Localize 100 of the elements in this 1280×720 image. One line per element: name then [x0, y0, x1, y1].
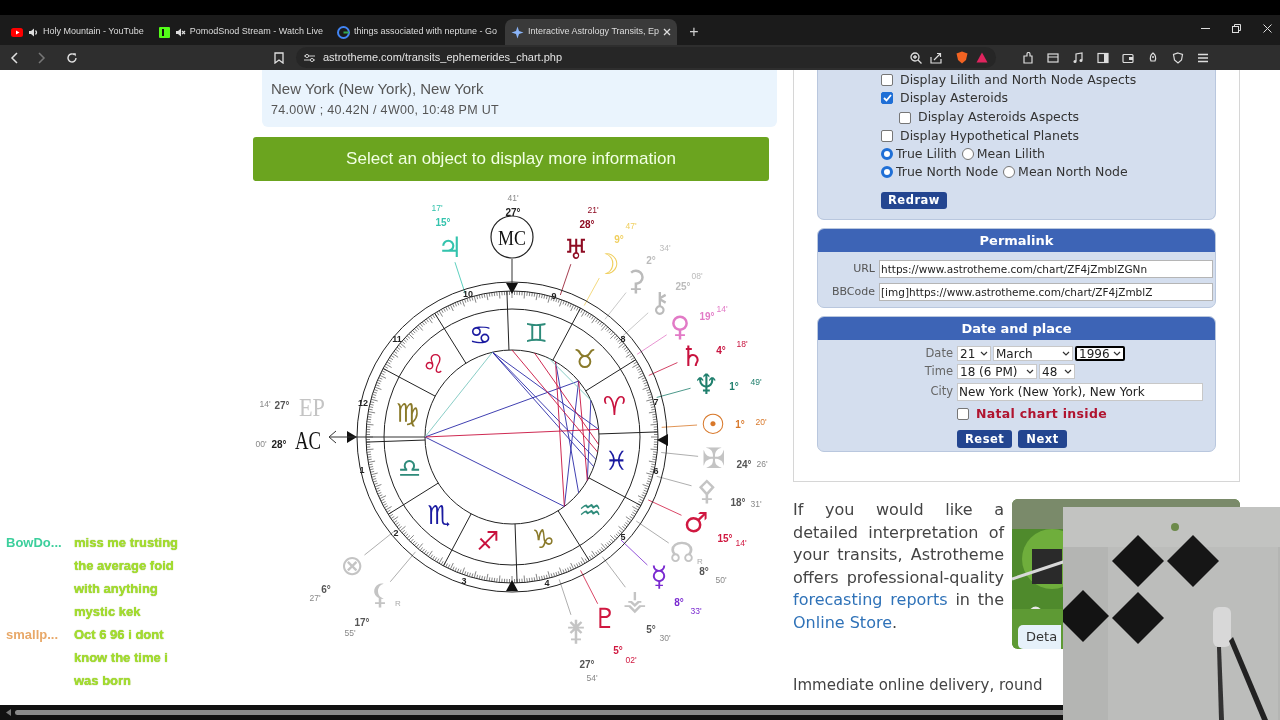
- house-number: 8: [620, 334, 626, 344]
- address-bar[interactable]: astrotheme.com/transits_ephemerides_chart.php: [296, 47, 996, 68]
- checkbox[interactable]: [881, 92, 893, 104]
- degree-label: 28°: [271, 438, 287, 450]
- zodiac-sign-glyph[interactable]: ♐: [476, 526, 500, 557]
- star-icon: [511, 25, 525, 39]
- speaker-icon[interactable]: [28, 26, 39, 38]
- house-number: 3: [461, 576, 467, 586]
- sidebar-icon[interactable]: [1097, 51, 1109, 64]
- dropdown[interactable]: 1996: [1075, 346, 1125, 362]
- minute-label: 49': [750, 377, 762, 387]
- triangle-icon[interactable]: [976, 52, 988, 63]
- house-number: 11: [392, 334, 402, 344]
- info-banner-button[interactable]: Select an object to display more information: [253, 137, 769, 181]
- degree-label: 18°: [730, 496, 746, 508]
- house-number: 1: [359, 465, 365, 475]
- music-note-icon[interactable]: [1072, 51, 1084, 64]
- scroll-left-icon[interactable]: [6, 709, 11, 716]
- browser-tab[interactable]: things associated with neptune - Go: [330, 19, 504, 45]
- form-button[interactable]: Reset: [957, 430, 1013, 449]
- degree-label: 25°: [675, 280, 691, 292]
- details-button[interactable]: Deta: [1018, 625, 1062, 649]
- window-icon[interactable]: [1047, 51, 1059, 64]
- text-field[interactable]: [img]https://www.astrotheme.com/chart/ZF4jZmblZ: [879, 283, 1213, 301]
- browser-tab[interactable]: Holy Mountain - YouTube: [5, 19, 150, 45]
- dropdown[interactable]: March: [993, 346, 1073, 362]
- zodiac-sign-glyph[interactable]: ♎: [398, 453, 422, 484]
- minute-label: 26': [756, 459, 768, 469]
- zoom-icon[interactable]: [910, 51, 922, 64]
- checkbox[interactable]: [957, 407, 969, 420]
- minute-label: 20': [755, 417, 767, 427]
- forward-icon[interactable]: [38, 51, 46, 64]
- browser-tab[interactable]: Interactive Astrology Transits, Ep: [505, 19, 678, 45]
- zodiac-sign-glyph[interactable]: ♊: [524, 317, 548, 348]
- zodiac-sign-glyph[interactable]: ♉: [573, 343, 597, 374]
- checkbox[interactable]: [881, 74, 893, 86]
- new-tab-button[interactable]: +: [689, 24, 699, 40]
- scrollbar-thumb[interactable]: [15, 710, 1065, 715]
- radio-button[interactable]: [1003, 166, 1016, 178]
- house-number: 4: [544, 578, 550, 588]
- menu-icon[interactable]: [1197, 51, 1209, 64]
- dropdown[interactable]: 48: [1039, 364, 1075, 380]
- reload-icon[interactable]: [66, 51, 78, 64]
- bookmark-icon[interactable]: [274, 51, 284, 64]
- muted-speaker-icon[interactable]: [174, 26, 186, 38]
- promo-text: If you would like a detailed interpretation of your transits, Astrotheme offers professional-quality forecasting reports in the Online Store.: [793, 499, 1005, 634]
- radio-button[interactable]: [881, 166, 893, 178]
- restore-icon[interactable]: [1232, 24, 1241, 33]
- text-field[interactable]: https://www.astrotheme.com/chart/ZF4jZmblZGNn: [879, 260, 1213, 278]
- site-settings-icon[interactable]: [304, 52, 315, 63]
- zodiac-sign-glyph[interactable]: ♏: [427, 500, 451, 531]
- puzzle-icon[interactable]: [1022, 51, 1034, 64]
- checkbox[interactable]: [881, 130, 893, 142]
- minute-label: 14': [259, 399, 271, 409]
- planet-glyph[interactable]: ☉: [700, 407, 726, 441]
- angle-label[interactable]: AC: [295, 426, 330, 454]
- zodiac-sign-glyph[interactable]: ♈: [602, 390, 626, 421]
- close-icon[interactable]: [663, 28, 672, 36]
- checkbox[interactable]: [899, 111, 911, 124]
- zodiac-sign-glyph[interactable]: ♍: [396, 397, 420, 428]
- chat-message: miss me trusting the average foid with anything mystic kek: [74, 534, 180, 621]
- radio-label: True North Node: [896, 162, 999, 181]
- redraw-button[interactable]: Redraw: [881, 192, 947, 209]
- store-link[interactable]: Online Store: [793, 612, 892, 632]
- zodiac-sign-glyph[interactable]: ♋: [469, 319, 493, 350]
- radio-button[interactable]: [881, 148, 893, 160]
- house-number: 5: [620, 532, 626, 542]
- shield-icon[interactable]: [956, 51, 968, 64]
- degree-label: 15°: [717, 532, 733, 544]
- form-button[interactable]: Next: [1018, 430, 1067, 449]
- close-icon[interactable]: [1263, 24, 1272, 33]
- minute-label: 54': [586, 673, 598, 683]
- dropdown[interactable]: 21: [957, 346, 991, 362]
- store-link[interactable]: forecasting reports: [793, 590, 948, 610]
- back-icon[interactable]: [10, 51, 18, 64]
- zodiac-sign-glyph[interactable]: ♒: [578, 494, 602, 525]
- caret-icon: [980, 351, 988, 357]
- zodiac-sign-glyph[interactable]: ♌: [422, 349, 446, 380]
- dropdown-value: 48: [1042, 365, 1058, 378]
- house-number: 7: [653, 397, 659, 407]
- zodiac-sign-glyph[interactable]: ♑: [531, 524, 555, 555]
- planet-glyph[interactable]: ☿: [650, 559, 668, 593]
- rocket-icon[interactable]: [1147, 51, 1159, 64]
- share-icon[interactable]: [930, 51, 942, 64]
- dropdown-value: 1996: [1079, 347, 1110, 360]
- planet-glyph[interactable]: ♇: [592, 601, 618, 635]
- panel-header: Date and place: [818, 317, 1215, 340]
- planet-glyph[interactable]: ♅: [563, 232, 589, 266]
- shield-icon[interactable]: [1172, 51, 1184, 64]
- radio-button[interactable]: [961, 148, 974, 160]
- wallet-icon[interactable]: [1122, 51, 1134, 64]
- dropdown[interactable]: 18 (6 PM): [957, 364, 1037, 380]
- browser-tab[interactable]: PomodSnod Stream - Watch Live: [151, 19, 329, 45]
- zodiac-sign-glyph[interactable]: ♓: [604, 446, 628, 477]
- minute-label: 14': [716, 304, 728, 314]
- minute-label: 33': [690, 606, 702, 616]
- city-field[interactable]: New York (New York), New York: [957, 382, 1203, 401]
- radio-label: Mean Lilith: [976, 144, 1045, 163]
- tab-title: Interactive Astrology Transits, Ep: [528, 25, 660, 39]
- radio-label: True Lilith: [896, 144, 957, 163]
